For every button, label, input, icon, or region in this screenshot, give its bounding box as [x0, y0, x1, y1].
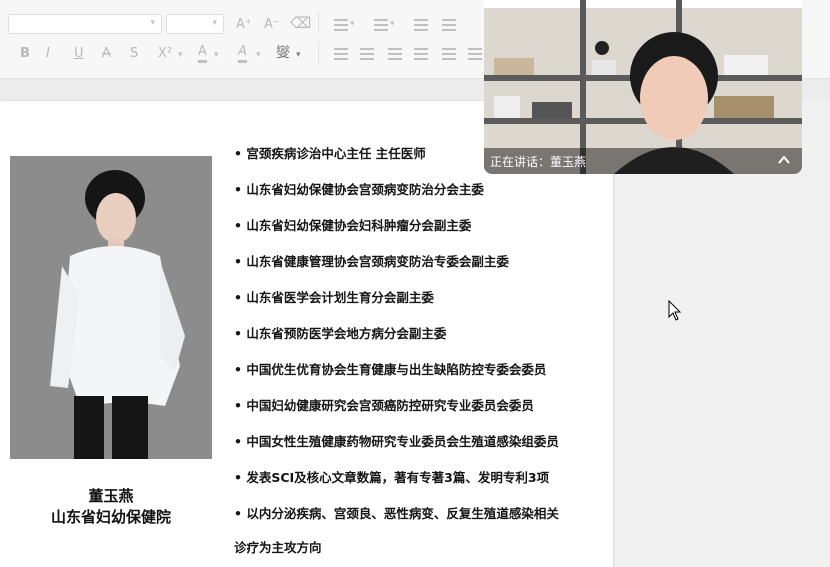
bullet-item: • 山东省医学会计划生育分会副主委 — [234, 290, 434, 305]
align-right-icon[interactable] — [388, 48, 402, 60]
bullet-item: • 山东省妇幼保健协会妇科肿瘤分会副主委 — [234, 218, 472, 233]
grow-font-button[interactable]: A⁺ — [236, 17, 252, 33]
chevron-down-icon: ▾ — [390, 19, 395, 29]
person-image — [10, 156, 212, 459]
bullet-item-continuation: 诊疗为主攻方向 — [234, 540, 322, 555]
profile-org: 山东省妇幼保健院 — [50, 508, 171, 526]
columns-icon[interactable] — [468, 48, 482, 60]
underline-button[interactable]: U — [74, 46, 84, 62]
toolbar-divider — [318, 42, 319, 64]
bullet-item: • 以内分泌疾病、宫颈良、恶性病变、反复生殖道感染相关 — [234, 506, 559, 521]
font-size-select[interactable]: ▾ — [166, 14, 224, 34]
font-family-select[interactable]: ▾ — [8, 14, 162, 34]
outdent-icon[interactable] — [414, 19, 428, 31]
strikethrough-button[interactable]: A — [102, 46, 111, 62]
align-left-icon[interactable] — [334, 48, 348, 60]
phonetic-guide-button[interactable]: 燮 — [276, 45, 290, 61]
shrink-font-button[interactable]: A⁻ — [264, 17, 280, 33]
align-center-icon[interactable] — [360, 48, 374, 60]
bullet-item: • 中国妇幼健康研究会宫颈癌防控研究专业委员会委员 — [234, 398, 534, 413]
mouse-cursor-icon — [668, 300, 682, 321]
bullet-list-icon[interactable] — [334, 19, 348, 31]
chevron-down-icon: ▾ — [178, 50, 183, 60]
eraser-icon[interactable]: ⌫ — [290, 15, 311, 31]
bullet-item: • 中国优生优育协会生育健康与出生缺陷防控专委会委员 — [234, 362, 547, 377]
bold-button[interactable]: B — [20, 46, 30, 62]
bullet-item: • 中国女性生殖健康药物研究专业委员会生殖道感染组委员 — [234, 434, 559, 449]
speaker-video-window[interactable]: 正在讲话：董玉燕 — [484, 0, 802, 174]
bullet-item: • 山东省预防医学会地方病分会副主委 — [234, 326, 447, 341]
highlight-button[interactable]: A — [238, 44, 247, 63]
distribute-icon[interactable] — [442, 48, 456, 60]
speaker-video-feed — [484, 0, 802, 174]
chevron-down-icon: ▾ — [150, 18, 155, 28]
bullet-item: • 宫颈疾病诊治中心主任 主任医师 — [234, 146, 426, 161]
italic-button[interactable]: I — [46, 46, 50, 62]
toolbar-divider — [318, 12, 319, 34]
chevron-down-icon: ▾ — [296, 50, 301, 60]
speaking-label: 正在讲话：董玉燕 — [490, 155, 587, 169]
superscript-button[interactable]: X² — [158, 46, 172, 62]
chevron-down-icon: ▾ — [350, 19, 355, 29]
chevron-down-icon: ▾ — [214, 50, 219, 60]
indent-icon[interactable] — [442, 19, 456, 31]
bullet-item: • 山东省妇幼保健协会宫颈病变防治分会主委 — [234, 182, 484, 197]
chevron-up-glyph — [778, 155, 790, 164]
numbered-list-icon[interactable] — [374, 19, 388, 31]
chevron-up-icon[interactable] — [775, 154, 793, 170]
bullet-item: • 发表SCI及核心文章数篇，著有专著3篇、发明专利3项 — [234, 470, 550, 485]
chevron-down-icon: ▾ — [212, 18, 217, 28]
profile-photo — [10, 156, 212, 459]
justify-icon[interactable] — [414, 48, 428, 60]
font-color-button[interactable]: A — [198, 44, 207, 63]
bullet-item: • 山东省健康管理协会宫颈病变防治专委会副主委 — [234, 254, 509, 269]
chevron-down-icon: ▾ — [256, 50, 261, 60]
profile-name: 董玉燕 — [88, 487, 134, 505]
shadow-button[interactable]: S — [130, 46, 138, 62]
